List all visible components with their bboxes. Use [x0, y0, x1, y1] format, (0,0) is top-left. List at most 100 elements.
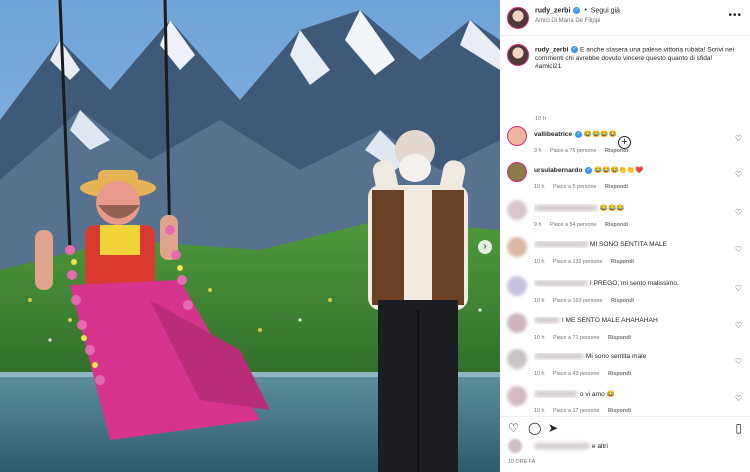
comment-avatar[interactable] [507, 313, 527, 333]
comment-body: o vi amo 😂 [534, 390, 730, 398]
comment-meta: 10 h Piace a 17 persone Rispondi [534, 408, 638, 414]
reply-button[interactable]: Rispondi [608, 371, 631, 377]
comment-text: Mi sono sentita male [585, 353, 647, 360]
comment-icon[interactable]: ◯ [528, 422, 541, 434]
caption-text-block: rudy_zerbi ✓ E anche stasera una palese … [535, 46, 740, 71]
comment-time: 9 h [534, 148, 542, 154]
comment-time: 10 h [534, 184, 545, 190]
comment-avatar[interactable] [507, 276, 527, 296]
like-icon[interactable]: ♡ [508, 422, 519, 434]
comment-body: ursulabernardo ✓ 😂😂😂👏👏❤️ [534, 166, 730, 174]
comment-time: 10 h [534, 408, 545, 414]
author-username[interactable]: rudy_zerbi [535, 7, 570, 14]
post-caption: rudy_zerbi ✓ E anche stasera una palese … [500, 36, 750, 149]
like-comment-icon[interactable]: ♡ [735, 357, 742, 366]
reply-button[interactable]: Rispondi [608, 408, 631, 414]
comment-text: I ME SENTO MALE AHAHAHAH [561, 317, 658, 324]
reply-button[interactable]: Rispondi [611, 298, 634, 304]
comments-list: vallibeatrice ✓ 😂😂😂😂 9 h Piace a 76 pers… [500, 120, 750, 420]
comment-meta: 10 h Piace a 5 persone Rispondi [534, 184, 635, 190]
comment: MI SONO SENTITA MALE 10 h Piace a 132 pe… [500, 237, 750, 275]
comment-likes[interactable]: Piace a 17 persone [553, 408, 599, 414]
comment-avatar[interactable] [507, 237, 527, 257]
comment: 😂😂😂 9 h Piace a 54 persone Rispondi ♡ [500, 200, 750, 238]
like-comment-icon[interactable]: ♡ [735, 134, 742, 143]
post-sidebar: rudy_zerbi ✓ • Segui già Amici Di Maria … [500, 0, 750, 472]
like-comment-icon[interactable]: ♡ [735, 321, 742, 330]
comment-time: 10 h [534, 259, 545, 265]
comment-body: I ME SENTO MALE AHAHAHAH [534, 317, 730, 324]
comment-avatar[interactable] [507, 386, 527, 406]
post-header: rudy_zerbi ✓ • Segui già Amici Di Maria … [500, 0, 750, 36]
comment-time: 10 h [534, 371, 545, 377]
verified-badge-icon: ✓ [573, 7, 581, 14]
comment-time: 10 h [534, 335, 545, 341]
blurred-username [534, 317, 560, 324]
following-button[interactable]: Segui già [591, 7, 620, 14]
comment-likes[interactable]: Piace a 54 persone [550, 222, 596, 228]
caption-avatar[interactable] [507, 44, 529, 66]
comment-body: MI SONO SENTITA MALE [534, 241, 730, 248]
comment-text: MI SONO SENTITA MALE [589, 241, 668, 248]
comment-time: 10 h [534, 298, 545, 304]
comment-likes[interactable]: Piace a 76 persone [550, 148, 596, 154]
comment-text: 😂😂😂😂 [583, 131, 617, 138]
blurred-username [534, 241, 588, 248]
share-icon[interactable]: ➤ [548, 422, 558, 434]
comment-username[interactable]: vallibeatrice [534, 131, 572, 138]
post-image: › [0, 0, 500, 472]
verified-badge-icon: ✓ [574, 130, 582, 138]
verified-badge-icon: ✓ [585, 166, 593, 174]
reply-button[interactable]: Rispondi [611, 259, 634, 265]
comment-likes[interactable]: Piace a 5 persone [553, 184, 596, 190]
comment-meta: 10 h Piace a 163 persone Rispondi [534, 298, 641, 304]
person-standing [368, 130, 468, 472]
comment-body: 😂😂😂 [534, 204, 730, 212]
like-comment-icon[interactable]: ♡ [735, 284, 742, 293]
comment: I PREGO, mi sento malissimo. 10 h Piace … [500, 276, 750, 314]
comment-avatar[interactable] [507, 349, 527, 369]
comment-avatar[interactable] [507, 126, 527, 146]
blurred-username [534, 391, 578, 398]
comment-meta: 10 h Piace a 132 persone Rispondi [534, 259, 641, 265]
blurred-username [534, 205, 598, 212]
author-avatar[interactable] [507, 7, 529, 29]
like-comment-icon[interactable]: ♡ [735, 208, 742, 217]
blurred-username [534, 280, 588, 287]
likes-summary[interactable]: e altri [534, 443, 608, 450]
comment-time: 9 h [534, 222, 542, 228]
like-comment-icon[interactable]: ♡ [735, 245, 742, 254]
comment-avatar[interactable] [507, 200, 527, 220]
liker-avatar [508, 439, 522, 453]
carousel-next-button[interactable]: › [478, 240, 492, 254]
action-bar: ♡ ◯ ➤ ▯ e altri 10 ORE FA [500, 416, 750, 472]
comment-text: o vi amo 😂 [579, 391, 615, 398]
like-comment-icon[interactable]: ♡ [735, 394, 742, 403]
like-comment-icon[interactable]: ♡ [735, 170, 742, 179]
post-date: 10 ORE FA [508, 459, 536, 465]
reply-button[interactable]: Rispondi [605, 222, 628, 228]
comment-username[interactable]: ursulabernardo [534, 167, 582, 174]
blurred-liker [534, 443, 590, 450]
reply-button[interactable]: Rispondi [605, 184, 628, 190]
comment-likes[interactable]: Piace a 43 persone [553, 371, 599, 377]
caption-username[interactable]: rudy_zerbi [535, 46, 568, 53]
likes-suffix: e altri [591, 443, 608, 450]
comment-likes[interactable]: Piace a 163 persone [553, 298, 602, 304]
comment-likes[interactable]: Piace a 132 persone [553, 259, 602, 265]
comment-meta: 10 h Piace a 43 persone Rispondi [534, 371, 638, 377]
separator-dot: • [584, 7, 587, 15]
comment-meta: 9 h Piace a 76 persone Rispondi [534, 148, 635, 154]
comment: ursulabernardo ✓ 😂😂😂👏👏❤️ 10 h Piace a 5 … [500, 162, 750, 200]
more-options-icon[interactable]: ••• [728, 10, 742, 21]
comment-meta: 9 h Piace a 54 persone Rispondi [534, 222, 635, 228]
reply-button[interactable]: Rispondi [608, 335, 631, 341]
comment-body: Mi sono sentita male [534, 353, 730, 360]
save-icon[interactable]: ▯ [735, 422, 742, 434]
audio-subtitle[interactable]: Amici Di Maria De Filippi [535, 18, 600, 24]
comment: vallibeatrice ✓ 😂😂😂😂 9 h Piace a 76 pers… [500, 126, 750, 164]
comment-likes[interactable]: Piace a 71 persone [553, 335, 599, 341]
comment: Mi sono sentita male 10 h Piace a 43 per… [500, 349, 750, 387]
comment-avatar[interactable] [507, 162, 527, 182]
reply-button[interactable]: Rispondi [605, 148, 628, 154]
